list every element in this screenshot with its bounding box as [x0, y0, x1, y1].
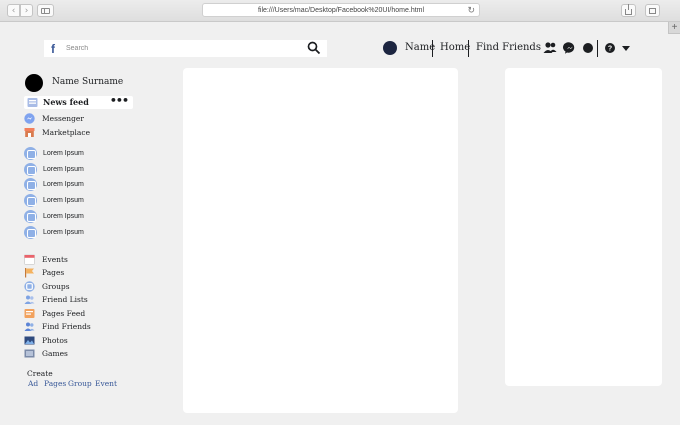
sidebar-item-label: Lorem Ipsum	[43, 165, 84, 173]
sidebar-item-messenger[interactable]: Messenger	[24, 112, 84, 124]
profile-avatar[interactable]	[25, 74, 43, 92]
group-icon	[24, 146, 37, 160]
find-friends-icon	[24, 322, 35, 331]
sidebar-item-groups[interactable]: Groups	[24, 280, 70, 292]
facebook-logo[interactable]: f	[44, 40, 62, 57]
messenger-icon[interactable]	[563, 41, 577, 55]
search-input[interactable]	[66, 42, 298, 55]
sidebar-item-group[interactable]: Lorem Ipsum	[24, 209, 84, 223]
group-icon	[24, 193, 37, 207]
sidebar-item-pages[interactable]: Pages	[24, 266, 64, 278]
nav-divider	[432, 40, 433, 57]
news-feed-panel	[183, 68, 458, 413]
sidebar-item-label: Find Friends	[42, 321, 91, 331]
friend-requests-icon[interactable]	[543, 41, 557, 55]
create-group-link[interactable]: Group	[68, 379, 92, 388]
messenger-icon	[24, 112, 35, 124]
sidebar-item-group[interactable]: Lorem Ipsum	[24, 225, 84, 239]
sidebar-item-friend-lists[interactable]: Friend Lists	[24, 293, 88, 305]
sidebar-item-label: Messenger	[42, 113, 84, 123]
sidebar-item-label: Lorem Ipsum	[43, 212, 84, 220]
sidebar-item-label: Groups	[42, 281, 70, 291]
url-text: file:///Users/mac/Desktop/Facebook%20UI/…	[257, 6, 425, 14]
group-icon	[24, 162, 37, 176]
create-page-link[interactable]: Pages	[44, 379, 66, 388]
user-avatar[interactable]	[383, 41, 397, 55]
search-icon[interactable]	[307, 41, 321, 55]
sidebar-item-label: Lorem Ipsum	[43, 228, 84, 236]
sidebar-item-group[interactable]: Lorem Ipsum	[24, 146, 84, 160]
pages-feed-icon	[24, 308, 35, 318]
find-friends-link[interactable]: Find Friends	[476, 41, 541, 55]
chevron-right-icon: ›	[24, 5, 29, 16]
caret-down-icon[interactable]	[619, 41, 633, 55]
sidebar-item-label: Lorem Ipsum	[43, 149, 84, 157]
sidebar-item-group[interactable]: Lorem Ipsum	[24, 193, 84, 207]
home-link[interactable]: Home	[440, 41, 470, 55]
marketplace-icon	[24, 127, 35, 137]
browser-toolbar: ‹ › file:///Users/mac/Desktop/Facebook%2…	[0, 0, 680, 22]
friend-lists-icon	[24, 295, 35, 304]
news-feed-icon	[27, 98, 38, 107]
sidebar-item-label: Games	[42, 348, 68, 358]
sidebar-item-find-friends[interactable]: Find Friends	[24, 320, 91, 332]
sidebar-item-label: Pages Feed	[42, 308, 86, 318]
profile-name[interactable]: Name Surname	[52, 77, 123, 87]
sidebar-item-news-feed[interactable]: News feed •••	[24, 94, 133, 109]
sidebar-item-games[interactable]: Games	[24, 347, 68, 359]
chevron-left-icon: ‹	[11, 5, 16, 16]
sidebar-item-label: Pages	[42, 267, 65, 277]
share-button[interactable]	[621, 4, 636, 17]
nav-divider	[468, 40, 469, 57]
sidebar-item-marketplace[interactable]: Marketplace	[24, 126, 90, 138]
search-bar	[62, 40, 327, 57]
create-event-link[interactable]: Event	[95, 379, 117, 388]
create-heading: Create	[27, 369, 53, 378]
group-icon	[24, 209, 37, 223]
address-bar[interactable]: file:///Users/mac/Desktop/Facebook%20UI/…	[202, 3, 480, 17]
sidebar-item-label: News feed	[43, 97, 89, 107]
sidebar-item-events[interactable]: Events	[24, 253, 68, 265]
sidebar-item-group[interactable]: Lorem Ipsum	[24, 162, 84, 176]
svg-text:?: ?	[608, 46, 612, 53]
sidebar-item-label: Marketplace	[42, 127, 91, 137]
right-sidebar-panel	[505, 68, 662, 386]
new-tab-button[interactable]: +	[668, 22, 680, 34]
flag-icon	[25, 267, 34, 277]
games-icon	[24, 349, 35, 357]
sidebar-item-label: Photos	[42, 335, 68, 345]
sidebar-item-photos[interactable]: Photos	[24, 334, 68, 346]
sidebar-item-group[interactable]: Lorem Ipsum	[24, 177, 84, 191]
groups-icon	[24, 280, 35, 292]
group-icon	[24, 225, 37, 239]
help-icon[interactable]: ?	[603, 41, 617, 55]
more-options-icon[interactable]: •••	[110, 94, 129, 107]
show-tabs-button[interactable]	[645, 4, 660, 17]
forward-button[interactable]: ›	[20, 4, 33, 17]
sidebar-item-pages-feed[interactable]: Pages Feed	[24, 307, 85, 319]
back-button[interactable]: ‹	[7, 4, 20, 17]
sidebar-toggle-button[interactable]	[37, 4, 54, 17]
sidebar-item-label: Lorem Ipsum	[43, 180, 84, 188]
notifications-icon[interactable]	[581, 41, 595, 55]
sidebar-icon	[41, 7, 50, 14]
sidebar-item-label: Lorem Ipsum	[43, 196, 84, 204]
sidebar-item-label: Events	[42, 254, 68, 264]
photos-icon	[24, 336, 35, 344]
share-icon	[625, 4, 632, 15]
reload-icon[interactable]: ↻	[467, 5, 475, 16]
nav-divider	[597, 40, 598, 57]
sidebar-item-label: Friend Lists	[42, 294, 88, 304]
create-ad-link[interactable]: Ad	[28, 379, 38, 388]
calendar-icon	[24, 254, 35, 265]
profile-link[interactable]: Name	[405, 41, 435, 55]
tabs-icon	[649, 7, 656, 14]
group-icon	[24, 177, 37, 191]
